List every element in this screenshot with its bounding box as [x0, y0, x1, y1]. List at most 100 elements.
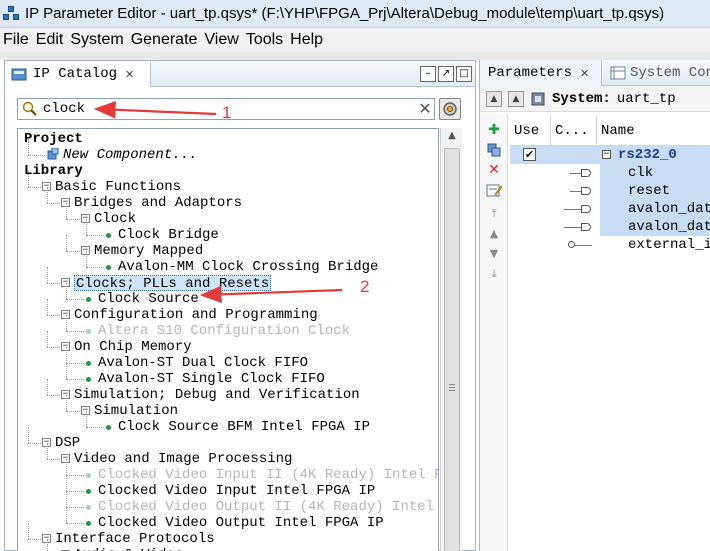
tree-item[interactable]: Clocked Video Input II (4K Ready) Intel … [98, 467, 438, 483]
column-connections[interactable]: C... [551, 116, 597, 146]
port-icon [581, 223, 591, 231]
tree-item[interactable]: Interface Protocols [55, 531, 215, 547]
tree-connector [66, 299, 84, 300]
tree-connector [66, 363, 67, 379]
use-checkbox[interactable]: ✔ [523, 148, 536, 161]
tree-item[interactable]: Avalon-MM Clock Crossing Bridge [118, 259, 378, 275]
table-row[interactable]: reset [510, 182, 710, 200]
tree-item[interactable]: Simulation; Debug and Verification [74, 387, 360, 403]
tree-item[interactable]: Clocked Video Input Intel FPGA IP [98, 483, 375, 499]
menu-file[interactable]: File [0, 31, 32, 49]
close-icon[interactable]: ✕ [125, 68, 134, 81]
ip-bullet-icon [86, 473, 91, 478]
tree-item[interactable]: Clock Source [98, 291, 199, 307]
catalog-icon [11, 67, 27, 81]
column-use[interactable]: Use [510, 116, 551, 146]
tree-item[interactable]: Clock Bridge [118, 227, 219, 243]
minimize-icon[interactable]: – [420, 66, 436, 82]
tree-connector [86, 251, 87, 267]
tree-item[interactable]: Avalon-ST Dual Clock FIFO [98, 355, 308, 371]
tree-connector [66, 379, 84, 380]
scroll-thumb[interactable] [444, 148, 460, 551]
tree-item[interactable]: DSP [55, 435, 80, 451]
gear-icon[interactable] [439, 98, 461, 120]
table-row[interactable]: external_in [510, 236, 710, 254]
interface-name: external_in [628, 237, 710, 253]
tree-item[interactable]: Clock Source BFM Intel FPGA IP [118, 419, 370, 435]
ip-bullet-icon [106, 265, 111, 270]
menu-tools[interactable]: Tools [243, 31, 286, 49]
system-contents-table: Use C... Name ✔ − rs232_0 clk reset aval… [510, 116, 710, 551]
menu-edit[interactable]: Edit [33, 31, 67, 49]
tree-scrollbar[interactable]: ▲ [440, 128, 462, 551]
remove-icon[interactable]: ✕ [486, 162, 502, 178]
tree-connector [28, 139, 29, 155]
tree-item[interactable]: New Component... [63, 147, 197, 163]
annotation-label-2: 2 [360, 277, 370, 296]
tree-item[interactable]: Clock [94, 211, 136, 227]
tab-ip-catalog[interactable]: IP Catalog ✕ [5, 61, 151, 87]
tree-item[interactable]: Bridges and Adaptors [74, 195, 242, 211]
ip-bullet-icon [106, 233, 111, 238]
tree-connector [28, 155, 45, 156]
move-down-icon[interactable]: ▼ [486, 246, 502, 262]
tree-item[interactable]: Simulation [94, 403, 178, 419]
tree-connector [86, 267, 104, 268]
tree-item[interactable]: Memory Mapped [94, 243, 203, 259]
tree-item[interactable]: Audio & Video [74, 547, 183, 551]
table-row[interactable]: avalon_data [510, 218, 710, 236]
collapse-icon[interactable]: − [602, 150, 611, 159]
search-icon [21, 100, 39, 118]
move-up-icon[interactable]: ▲ [486, 226, 502, 242]
tree-connector [66, 235, 67, 251]
clear-search-icon[interactable]: ✕ [416, 100, 434, 118]
tree-connector [66, 347, 67, 363]
tree-item[interactable]: Configuration and Programming [74, 307, 318, 323]
table-row[interactable]: avalon_data [510, 200, 710, 218]
move-up-icon[interactable]: ▲ [508, 90, 524, 107]
menu-help[interactable]: Help [287, 31, 326, 49]
system-contents-tab-label: System Con [630, 65, 710, 81]
table-row[interactable]: ✔ − rs232_0 [510, 146, 710, 164]
tree-connector [66, 363, 84, 364]
app-icon [3, 5, 19, 22]
tree-item[interactable]: On Chip Memory [74, 339, 192, 355]
close-icon[interactable]: ✕ [580, 67, 589, 80]
move-top-icon[interactable]: ▲ [486, 90, 502, 107]
tree-connector [86, 235, 104, 236]
add-icon[interactable]: ✚ [486, 122, 502, 138]
tree-item[interactable]: Clocked Video Output Intel FPGA IP [98, 515, 384, 531]
column-name[interactable]: Name [597, 116, 710, 146]
maximize-icon[interactable]: □ [456, 66, 472, 82]
tree-item-selected[interactable]: Clocks; PLLs and Resets [74, 275, 272, 292]
duplicate-icon[interactable] [486, 142, 502, 158]
move-top-icon[interactable]: ⤒ [486, 206, 502, 222]
tree-connector [47, 267, 48, 283]
scroll-up-icon[interactable]: ▲ [444, 130, 460, 146]
tree-item[interactable]: Clocked Video Output II (4K Ready) Intel… [98, 499, 438, 515]
interface-name: avalon_data [628, 219, 710, 235]
port-icon [581, 205, 591, 213]
system-icon [530, 91, 546, 107]
component-icon [47, 147, 59, 160]
table-row[interactable]: clk [510, 164, 710, 182]
search-input[interactable]: clock [43, 101, 85, 117]
float-icon[interactable]: ↗ [438, 66, 454, 82]
tree-item[interactable]: Video and Image Processing [74, 451, 292, 467]
move-bottom-icon[interactable]: ⤓ [486, 266, 502, 282]
menu-view[interactable]: View [201, 31, 241, 49]
tree-item[interactable]: Avalon-ST Single Clock FIFO [98, 371, 325, 387]
tab-parameters[interactable]: Parameters ✕ [480, 60, 602, 86]
tab-system-contents[interactable]: System Con [604, 60, 710, 86]
toolbar-gap [0, 52, 710, 60]
edit-icon[interactable] [486, 182, 503, 198]
tree-item[interactable]: Altera S10 Configuration Clock [98, 323, 350, 339]
tree-connector [66, 315, 67, 331]
parameters-tab-label: Parameters [488, 65, 573, 81]
ip-bullet-icon [86, 521, 91, 526]
menu-system[interactable]: System [67, 31, 126, 49]
tree-item[interactable]: Basic Functions [55, 179, 181, 195]
menu-generate[interactable]: Generate [128, 31, 201, 49]
system-contents-icon [610, 66, 626, 80]
panel-window-buttons: – ↗ □ [420, 66, 472, 82]
